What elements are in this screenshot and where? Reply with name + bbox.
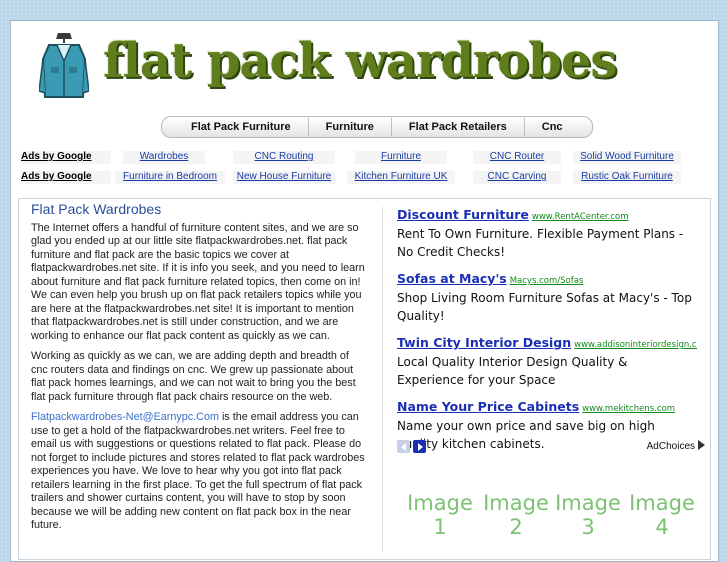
ad-title-link[interactable]: Discount Furniture (397, 207, 529, 222)
ad-url-link[interactable]: Macys.com/Sofas (510, 276, 584, 286)
image-placeholder[interactable]: Image 2 (479, 491, 553, 539)
image-placeholder[interactable]: Image 3 (551, 491, 625, 539)
ad-url-link[interactable]: www.addisoninteriordesign.com/m (574, 340, 697, 350)
page-container: flat pack wardrobes Flat Pack Furniture … (10, 20, 719, 562)
ad-unit: Discount Furniture www.RentACenter.com Re… (397, 204, 697, 261)
image-placeholders: Image 1 Image 2 Image 3 Image 4 (403, 491, 713, 551)
wardrobe-suit-icon (39, 33, 89, 98)
ads-by-google-label[interactable]: Ads by Google (21, 151, 111, 164)
ad-navigation: AdChoices (397, 440, 705, 456)
arrow-right-icon[interactable] (413, 440, 426, 453)
arrow-left-icon[interactable] (397, 440, 410, 453)
adchoices-link[interactable]: AdChoices (647, 440, 705, 452)
article-paragraph: Flatpackwardrobes-Net@Earnypc.Com is the… (31, 411, 367, 533)
image-placeholder[interactable]: Image 4 (625, 491, 699, 539)
nav-item-flat-pack-retailers[interactable]: Flat Pack Retailers (392, 118, 525, 136)
ad-url-link[interactable]: www.mekitchens.com (582, 404, 675, 414)
ad-link[interactable]: New House Furniture (233, 171, 335, 184)
ad-links-row-2: Ads by Google Furniture in Bedroom New H… (21, 171, 681, 184)
ad-title-link[interactable]: Twin City Interior Design (397, 335, 571, 350)
nav-item-cnc[interactable]: Cnc (525, 118, 580, 136)
article-paragraph: The Internet offers a handful of furnitu… (31, 221, 365, 342)
site-header: flat pack wardrobes (11, 21, 718, 121)
nav-item-flat-pack-furniture[interactable]: Flat Pack Furniture (174, 118, 309, 136)
main-nav: Flat Pack Furniture Furniture Flat Pack … (161, 116, 593, 138)
ad-link[interactable]: Kitchen Furniture UK (347, 171, 455, 184)
sponsored-ads: Discount Furniture www.RentACenter.com Re… (397, 204, 697, 460)
ad-url-link[interactable]: www.RentACenter.com (532, 212, 629, 222)
article-paragraph: Working as quickly as we can, we are add… (31, 350, 356, 403)
content-box: Flat Pack Wardrobes The Internet offers … (18, 198, 711, 560)
ad-link[interactable]: CNC Router (473, 151, 561, 164)
site-title[interactable]: flat pack wardrobes (103, 33, 617, 89)
image-placeholder[interactable]: Image 1 (403, 491, 477, 539)
ad-link[interactable]: CNC Carving (473, 171, 561, 184)
article-paragraph-text: is the email address you can use to get … (31, 411, 365, 531)
ad-links-row-1: Ads by Google Wardrobes CNC Routing Furn… (21, 151, 681, 164)
ad-description: Shop Living Room Furniture Sofas at Macy… (397, 291, 692, 323)
ad-link[interactable]: CNC Routing (233, 151, 335, 164)
adchoices-triangle-icon (698, 440, 705, 450)
ad-link[interactable]: Furniture (355, 151, 447, 164)
article: Flat Pack Wardrobes The Internet offers … (31, 201, 367, 540)
column-divider (382, 207, 383, 552)
ad-description: Local Quality Interior Design Quality & … (397, 355, 628, 387)
ads-by-google-label[interactable]: Ads by Google (21, 171, 111, 184)
ad-link[interactable]: Rustic Oak Furniture (573, 171, 681, 184)
ad-title-link[interactable]: Name Your Price Cabinets (397, 399, 579, 414)
contact-email-link[interactable]: Flatpackwardrobes-Net@Earnypc.Com (31, 411, 219, 423)
ad-unit: Sofas at Macy's Macys.com/Sofas Shop Livi… (397, 268, 697, 325)
ad-link[interactable]: Furniture in Bedroom (115, 171, 225, 184)
ad-description: Rent To Own Furniture. Flexible Payment … (397, 227, 684, 259)
ad-link[interactable]: Solid Wood Furniture (573, 151, 681, 164)
adchoices-label: AdChoices (646, 441, 695, 452)
ad-title-link[interactable]: Sofas at Macy's (397, 271, 507, 286)
nav-item-furniture[interactable]: Furniture (309, 118, 392, 136)
article-heading: Flat Pack Wardrobes (31, 201, 162, 217)
ad-link[interactable]: Wardrobes (123, 151, 205, 164)
ad-unit: Twin City Interior Design www.addisoninte… (397, 332, 697, 389)
